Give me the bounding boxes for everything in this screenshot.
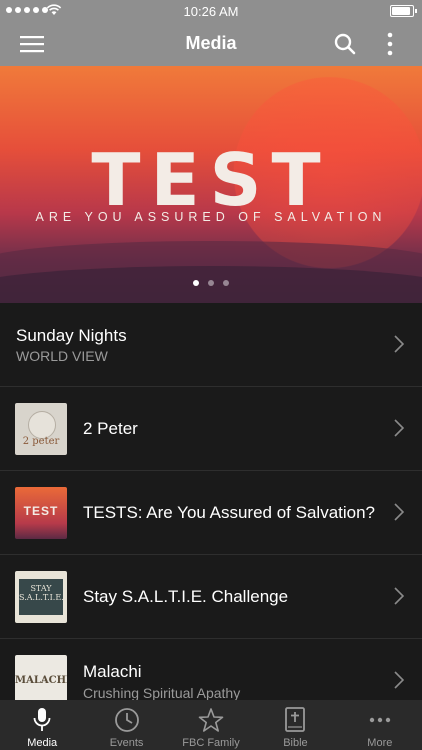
- list-item-subtitle: WORLD VIEW: [16, 348, 108, 364]
- series-thumbnail: TEST: [15, 487, 67, 539]
- tab-bar: Media Events FBC Family Bible More: [0, 700, 422, 750]
- microphone-icon: [33, 708, 51, 731]
- list-item-title: Malachi: [83, 662, 142, 681]
- chevron-right-icon: [394, 419, 404, 437]
- featured-banner[interactable]: TEST ARE YOU ASSURED OF SALVATION: [0, 66, 422, 303]
- list-item[interactable]: TEST TESTS: Are You Assured of Salvation…: [0, 471, 422, 555]
- chevron-right-icon: [394, 335, 404, 353]
- chevron-right-icon: [394, 671, 404, 689]
- list-item[interactable]: 2 peter 2 Peter: [0, 387, 422, 471]
- list-item-title: Sunday Nights: [16, 326, 127, 345]
- tab-label: Bible: [283, 737, 308, 749]
- search-icon[interactable]: [334, 33, 356, 55]
- tab-more[interactable]: More: [338, 700, 422, 750]
- tab-label: More: [367, 737, 393, 749]
- page-dot[interactable]: [223, 280, 229, 286]
- tab-label: FBC Family: [182, 737, 240, 749]
- more-horizontal-icon: [369, 717, 391, 723]
- tab-media[interactable]: Media: [0, 700, 84, 750]
- page-dot[interactable]: [208, 280, 214, 286]
- tab-label: Events: [109, 737, 144, 749]
- list-item[interactable]: MALACHI Malachi Crushing Spiritual Apath…: [0, 639, 422, 700]
- page-dot-active[interactable]: [193, 280, 199, 286]
- series-thumbnail: MALACHI: [15, 655, 67, 700]
- tab-fbc-family[interactable]: FBC Family: [169, 700, 253, 750]
- series-thumbnail: STAY S.A.L.T.I.E.: [15, 571, 67, 623]
- banner-page-indicator[interactable]: [0, 280, 422, 286]
- series-thumbnail: 2 peter: [15, 403, 67, 455]
- star-icon: [198, 708, 224, 732]
- list-item-title: Stay S.A.L.T.I.E. Challenge: [83, 587, 289, 606]
- page-title: Media: [185, 33, 237, 53]
- status-time: 10:26 AM: [183, 4, 239, 19]
- bible-icon: [285, 707, 306, 732]
- list-item-title: 2 Peter: [83, 419, 138, 438]
- media-list: Sunday Nights WORLD VIEW 2 peter 2 Peter…: [0, 303, 422, 700]
- tab-events[interactable]: Events: [84, 700, 168, 750]
- more-vertical-icon[interactable]: [380, 31, 400, 57]
- status-bar: 10:26 AM: [0, 0, 422, 22]
- navigation-bar: Media: [0, 22, 422, 66]
- list-item-title: TESTS: Are You Assured of Salvation?: [83, 503, 376, 522]
- chevron-right-icon: [394, 587, 404, 605]
- tab-bible[interactable]: Bible: [253, 700, 337, 750]
- chevron-right-icon: [394, 503, 404, 521]
- tab-label: Media: [27, 737, 58, 749]
- list-item-sunday-nights[interactable]: Sunday Nights WORLD VIEW: [0, 303, 422, 387]
- battery-icon: [390, 5, 417, 17]
- list-item-subtitle: Crushing Spiritual Apathy: [83, 685, 241, 700]
- banner-subtitle: ARE YOU ASSURED OF SALVATION: [35, 210, 387, 224]
- list-item[interactable]: STAY S.A.L.T.I.E. Stay S.A.L.T.I.E. Chal…: [0, 555, 422, 639]
- clock-icon: [114, 708, 139, 732]
